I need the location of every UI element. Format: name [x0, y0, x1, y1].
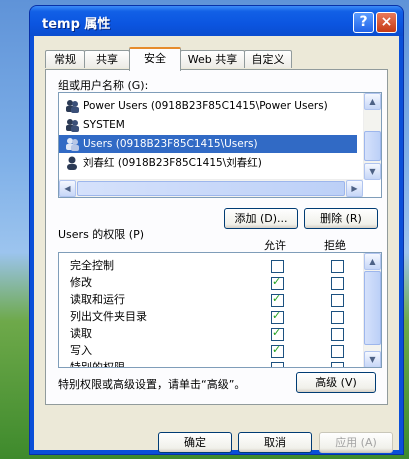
allow-checkbox[interactable]: ✓ [271, 343, 284, 358]
permission-name: 读取和运行 [70, 293, 125, 306]
tab-security[interactable]: 安全 [129, 47, 181, 71]
permission-row: 写入 ✓ [59, 342, 357, 359]
permissions-scrollbar[interactable]: ▲ ▼ [363, 253, 381, 367]
user-group-icon [66, 138, 79, 151]
scroll-thumb[interactable] [364, 131, 381, 161]
deny-checkbox[interactable] [331, 311, 344, 324]
scroll-left-icon[interactable]: ◀ [59, 180, 76, 197]
allow-column-header: 允许 [264, 239, 286, 252]
tab-web-sharing[interactable]: Web 共享 [180, 50, 245, 68]
deny-checkbox[interactable] [331, 362, 344, 367]
ok-button[interactable]: 确定 [158, 432, 232, 453]
scroll-down-icon[interactable]: ▼ [364, 351, 381, 367]
permission-name: 修改 [70, 276, 92, 289]
allow-checkbox[interactable]: ✓ [271, 326, 284, 341]
title-bar[interactable]: temp 属性 ? × [30, 6, 403, 36]
permission-row: 修改 ✓ [59, 274, 357, 291]
list-item[interactable]: Power Users (0918B23F85C1415\Power Users… [59, 97, 357, 115]
permission-name: 列出文件夹目录 [70, 310, 147, 323]
advanced-hint: 特别权限或高级设置，请单击“高级”。 [58, 378, 246, 391]
list-item[interactable]: SYSTEM [59, 116, 357, 134]
scroll-right-icon[interactable]: ▶ [346, 180, 363, 197]
permission-row: 完全控制 [59, 257, 357, 274]
user-group-icon [66, 100, 79, 113]
list-item-label: 刘春红 (0918B23F85C1415\刘春红) [83, 157, 262, 169]
users-horizontal-scrollbar[interactable]: ◀ ▶ [59, 179, 363, 197]
allow-checkbox[interactable] [271, 260, 284, 273]
remove-button[interactable]: 删除 (R) [304, 208, 378, 229]
tab-customize[interactable]: 自定义 [244, 50, 292, 68]
user-icon [67, 156, 77, 170]
deny-checkbox[interactable] [331, 345, 344, 358]
cancel-button[interactable]: 取消 [238, 432, 312, 453]
permission-name: 读取 [70, 327, 92, 340]
checkmark-icon: ✓ [272, 343, 282, 356]
allow-checkbox[interactable]: ✓ [271, 275, 284, 290]
deny-checkbox[interactable] [331, 328, 344, 341]
scroll-down-icon[interactable]: ▼ [364, 163, 381, 180]
list-item-label: SYSTEM [83, 119, 125, 131]
allow-checkbox[interactable]: ✓ [271, 292, 284, 307]
list-item-selected[interactable]: Users (0918B23F85C1415\Users) [59, 135, 357, 153]
properties-dialog: temp 属性 ? × 常规 共享 安全 Web 共享 自定义 组或用户名称 (… [30, 6, 403, 454]
permissions-list: 完全控制修改 ✓ 读取和运行 ✓ 列出文件夹目录 ✓ 读取 ✓ 写入 ✓ 特别的权限 ▲ ▼ [58, 252, 382, 368]
permission-row: 读取和运行 ✓ [59, 291, 357, 308]
permission-name: 特别的权限 [70, 361, 125, 368]
window-title: temp 属性 [42, 17, 111, 32]
permission-row: 列出文件夹目录 ✓ [59, 308, 357, 325]
users-listbox[interactable]: Power Users (0918B23F85C1415\Power Users… [58, 92, 382, 198]
checkmark-icon: ✓ [272, 275, 282, 288]
list-item[interactable]: 刘春红 (0918B23F85C1415\刘春红) [59, 154, 357, 172]
permission-name: 写入 [70, 344, 92, 357]
scroll-thumb[interactable] [364, 271, 381, 345]
deny-checkbox[interactable] [331, 294, 344, 307]
permission-name: 完全控制 [70, 259, 114, 272]
scroll-thumb[interactable] [77, 181, 345, 196]
close-button[interactable]: × [376, 12, 397, 33]
list-item-label: Users (0918B23F85C1415\Users) [83, 138, 258, 150]
checkmark-icon: ✓ [272, 326, 282, 339]
checkmark-icon: ✓ [272, 309, 282, 322]
tab-sharing[interactable]: 共享 [84, 50, 130, 68]
add-button[interactable]: 添加 (D)... [224, 208, 298, 229]
deny-checkbox[interactable] [331, 277, 344, 290]
deny-checkbox[interactable] [331, 260, 344, 273]
tab-general[interactable]: 常规 [45, 50, 85, 68]
scroll-up-icon[interactable]: ▲ [364, 93, 381, 110]
dialog-client-area: 常规 共享 安全 Web 共享 自定义 组或用户名称 (G): Power Us… [34, 36, 399, 453]
allow-checkbox[interactable]: ✓ [271, 309, 284, 324]
advanced-button[interactable]: 高级 (V) [296, 372, 376, 393]
scroll-up-icon[interactable]: ▲ [364, 253, 381, 270]
checkmark-icon: ✓ [272, 292, 282, 305]
permission-row: 特别的权限 [59, 359, 357, 368]
users-vertical-scrollbar[interactable]: ▲ ▼ [363, 93, 381, 180]
help-button[interactable]: ? [353, 12, 374, 33]
allow-checkbox[interactable] [271, 362, 284, 367]
users-list-label: 组或用户名称 (G): [58, 79, 149, 92]
permissions-label: Users 的权限 (P) [58, 228, 145, 241]
deny-column-header: 拒绝 [324, 239, 346, 252]
list-item-label: Power Users (0918B23F85C1415\Power Users… [83, 100, 328, 112]
apply-button[interactable]: 应用 (A) [319, 432, 393, 453]
permission-row: 读取 ✓ [59, 325, 357, 342]
user-group-icon [66, 119, 79, 132]
